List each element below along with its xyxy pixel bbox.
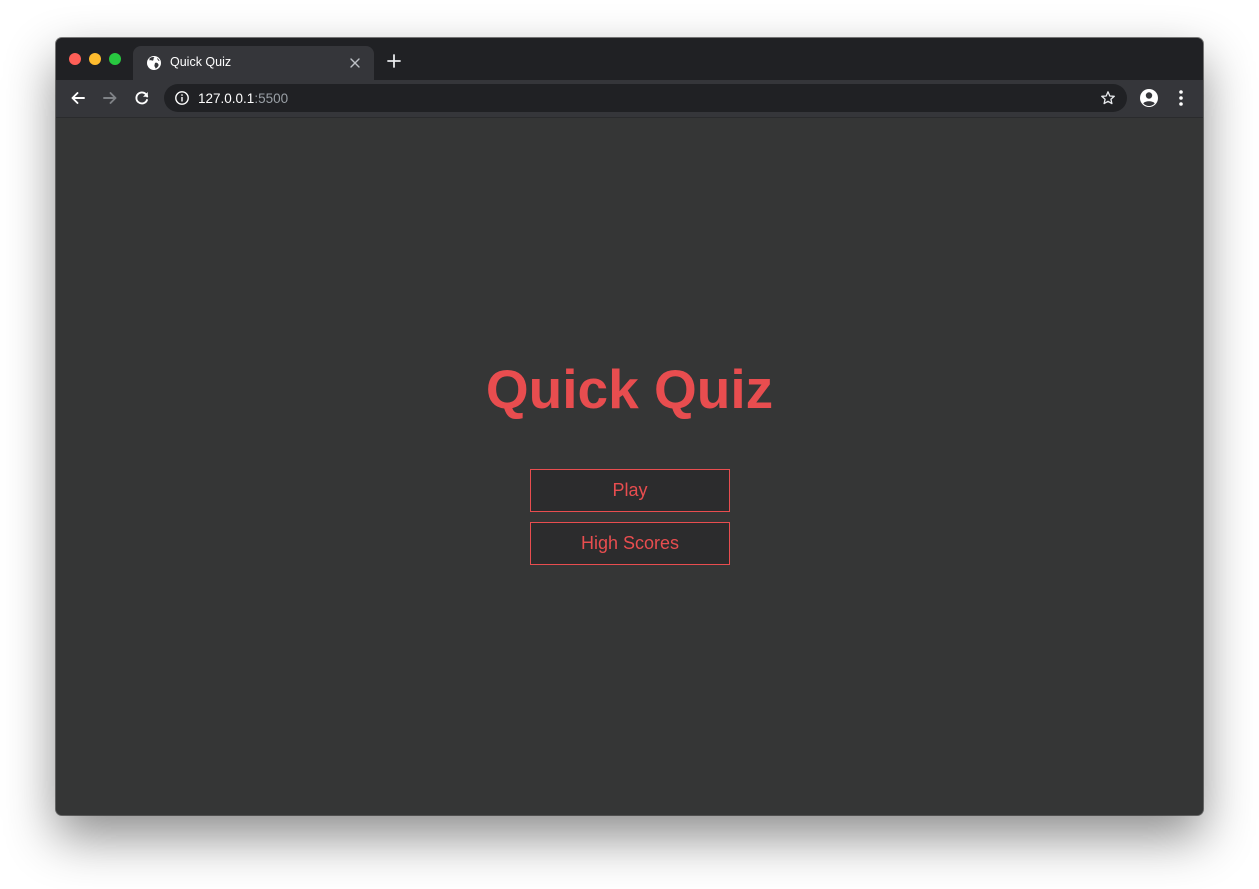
window-minimize-button[interactable] xyxy=(89,53,101,65)
browser-toolbar: 127.0.0.1:5500 xyxy=(56,80,1203,118)
star-icon[interactable] xyxy=(1100,90,1116,106)
globe-icon xyxy=(147,56,161,70)
browser-tab[interactable]: Quick Quiz xyxy=(133,46,374,80)
window-maximize-button[interactable] xyxy=(109,53,121,65)
browser-window: Quick Quiz 127.0.0.1:5500 Quick Quiz Pla… xyxy=(56,38,1203,815)
reload-icon[interactable] xyxy=(133,89,151,107)
tab-bar: Quick Quiz xyxy=(56,38,1203,80)
page-title: Quick Quiz xyxy=(485,358,774,420)
window-close-button[interactable] xyxy=(69,53,81,65)
close-icon[interactable] xyxy=(347,55,363,71)
kebab-menu-icon[interactable] xyxy=(1173,88,1189,108)
high-scores-button[interactable]: High Scores xyxy=(530,522,730,565)
forward-arrow-icon[interactable] xyxy=(101,89,119,107)
url-host: 127.0.0.1 xyxy=(198,91,255,106)
url-port: :5500 xyxy=(254,91,289,106)
play-button[interactable]: Play xyxy=(530,469,730,512)
info-icon[interactable] xyxy=(174,90,190,106)
url-text[interactable]: 127.0.0.1:5500 xyxy=(198,91,288,106)
tab-title: Quick Quiz xyxy=(170,55,232,69)
address-bar[interactable]: 127.0.0.1:5500 xyxy=(164,84,1127,112)
back-arrow-icon[interactable] xyxy=(69,89,87,107)
plus-icon[interactable] xyxy=(386,53,402,69)
page-viewport: Quick Quiz Play High Scores xyxy=(56,118,1203,815)
account-icon[interactable] xyxy=(1139,88,1159,108)
